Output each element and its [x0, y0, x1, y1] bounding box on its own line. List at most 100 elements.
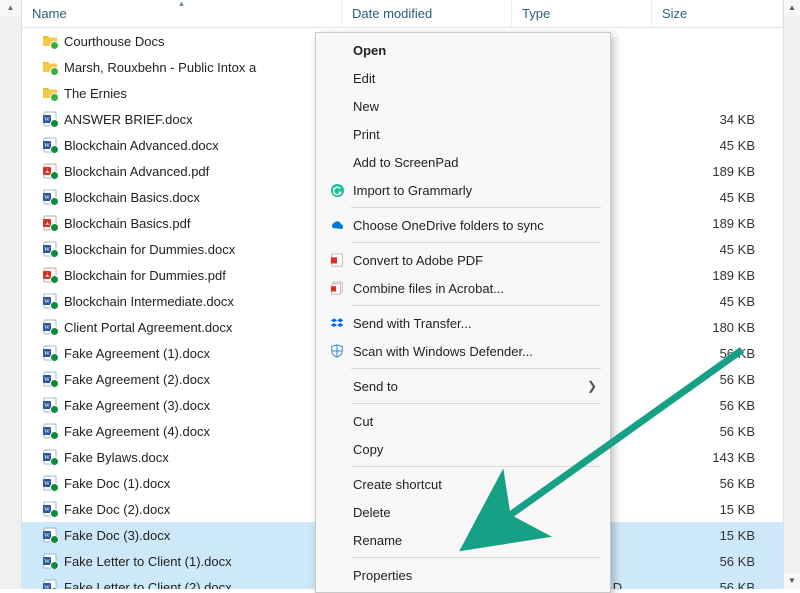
- context-menu-item-delete[interactable]: Delete: [317, 498, 609, 526]
- context-menu-item-label: Send with Transfer...: [353, 316, 597, 331]
- file-name-cell[interactable]: W Fake Letter to Client (1).docx: [22, 553, 342, 569]
- file-name-cell[interactable]: Blockchain Advanced.pdf: [22, 163, 342, 179]
- context-menu-item-open[interactable]: Open: [317, 36, 609, 64]
- context-menu-item-scan-with-windows-defender[interactable]: Scan with Windows Defender...: [317, 337, 609, 365]
- blank-icon: [325, 125, 349, 143]
- file-name-cell[interactable]: W Blockchain for Dummies.docx: [22, 241, 342, 257]
- file-name-cell[interactable]: W Fake Agreement (1).docx: [22, 345, 342, 361]
- column-header-size[interactable]: Size: [652, 0, 783, 27]
- sync-badge-icon: [50, 509, 59, 517]
- file-name-cell[interactable]: W Blockchain Intermediate.docx: [22, 293, 342, 309]
- file-name-label: Blockchain Intermediate.docx: [64, 294, 234, 309]
- column-header-label: Size: [662, 6, 687, 21]
- file-size-cell: 189 KB: [652, 164, 783, 179]
- pdf-multi-icon: [325, 279, 349, 297]
- scroll-up-icon[interactable]: ▲: [0, 0, 21, 16]
- docx-icon: W: [42, 241, 58, 257]
- file-name-cell[interactable]: W Fake Doc (1).docx: [22, 475, 342, 491]
- context-menu-separator: [351, 207, 601, 208]
- file-name-cell[interactable]: Blockchain Basics.pdf: [22, 215, 342, 231]
- pdf-icon: [42, 215, 58, 231]
- file-name-cell[interactable]: W Blockchain Basics.docx: [22, 189, 342, 205]
- sync-badge-icon: [50, 379, 59, 387]
- docx-icon: W: [42, 137, 58, 153]
- scroll-up-icon[interactable]: ▲: [784, 0, 800, 16]
- context-menu-item-label: Create shortcut: [353, 477, 597, 492]
- file-size-cell: 56 KB: [652, 398, 783, 413]
- file-name-label: Marsh, Rouxbehn - Public Intox a: [64, 60, 256, 75]
- blank-icon: [325, 440, 349, 458]
- file-name-label: Fake Doc (1).docx: [64, 476, 170, 491]
- context-menu-item-new[interactable]: New: [317, 92, 609, 120]
- context-menu-item-label: Choose OneDrive folders to sync: [353, 218, 597, 233]
- blank-icon: [325, 412, 349, 430]
- blank-icon: [325, 377, 349, 395]
- context-menu-item-rename[interactable]: Rename: [317, 526, 609, 554]
- file-name-cell[interactable]: W Fake Agreement (4).docx: [22, 423, 342, 439]
- file-name-cell[interactable]: W Fake Letter to Client (2).docx: [22, 579, 342, 589]
- vertical-scrollbar[interactable]: ▲ ▼: [783, 0, 800, 589]
- folder-icon: [42, 59, 58, 75]
- context-menu-item-create-shortcut[interactable]: Create shortcut: [317, 470, 609, 498]
- file-name-cell[interactable]: Marsh, Rouxbehn - Public Intox a: [22, 59, 342, 75]
- file-name-cell[interactable]: W Blockchain Advanced.docx: [22, 137, 342, 153]
- chevron-right-icon: ❯: [587, 379, 597, 393]
- file-name-cell[interactable]: Courthouse Docs: [22, 33, 342, 49]
- left-scrollbar-gutter[interactable]: ▲: [0, 0, 22, 589]
- sync-badge-icon: [50, 353, 59, 361]
- column-header-type[interactable]: Type: [512, 0, 652, 27]
- file-name-label: Fake Letter to Client (2).docx: [64, 580, 232, 590]
- context-menu-item-label: Send to: [353, 379, 587, 394]
- context-menu-item-label: Convert to Adobe PDF: [353, 253, 597, 268]
- sync-badge-icon: [50, 145, 59, 153]
- file-name-label: The Ernies: [64, 86, 127, 101]
- file-name-cell[interactable]: The Ernies: [22, 85, 342, 101]
- pdf-icon: [325, 251, 349, 269]
- sync-badge-icon: [50, 431, 59, 439]
- sync-badge-icon: [50, 249, 59, 257]
- file-name-cell[interactable]: W Fake Bylaws.docx: [22, 449, 342, 465]
- file-list-panel: ▲ Name Date modified Type Size Courthous…: [22, 0, 783, 589]
- context-menu-item-add-to-screenpad[interactable]: Add to ScreenPad: [317, 148, 609, 176]
- file-size-cell: 189 KB: [652, 216, 783, 231]
- docx-icon: W: [42, 293, 58, 309]
- sync-badge-icon: [50, 457, 59, 465]
- file-name-cell[interactable]: W Fake Doc (3).docx: [22, 527, 342, 543]
- file-size-cell: 56 KB: [652, 580, 783, 590]
- sync-badge-icon: [50, 327, 59, 335]
- context-menu-item-send-with-transfer[interactable]: Send with Transfer...: [317, 309, 609, 337]
- context-menu-separator: [351, 557, 601, 558]
- column-header-label: Name: [32, 6, 67, 21]
- context-menu-item-print[interactable]: Print: [317, 120, 609, 148]
- context-menu-item-copy[interactable]: Copy: [317, 435, 609, 463]
- file-name-cell[interactable]: W Fake Agreement (2).docx: [22, 371, 342, 387]
- context-menu-item-convert-to-adobe-pdf[interactable]: Convert to Adobe PDF: [317, 246, 609, 274]
- column-header-name[interactable]: ▲ Name: [22, 0, 342, 27]
- context-menu-item-import-to-grammarly[interactable]: Import to Grammarly: [317, 176, 609, 204]
- context-menu-separator: [351, 368, 601, 369]
- context-menu-item-cut[interactable]: Cut: [317, 407, 609, 435]
- column-header-date[interactable]: Date modified: [342, 0, 512, 27]
- file-name-cell[interactable]: W ANSWER BRIEF.docx: [22, 111, 342, 127]
- file-name-label: ANSWER BRIEF.docx: [64, 112, 193, 127]
- sync-badge-icon: [50, 405, 59, 413]
- context-menu-item-edit[interactable]: Edit: [317, 64, 609, 92]
- file-size-cell: 34 KB: [652, 112, 783, 127]
- folder-icon: [42, 85, 58, 101]
- file-name-cell[interactable]: W Client Portal Agreement.docx: [22, 319, 342, 335]
- sync-badge-icon: [50, 275, 59, 283]
- context-menu-item-send-to[interactable]: Send to❯: [317, 372, 609, 400]
- file-name-cell[interactable]: Blockchain for Dummies.pdf: [22, 267, 342, 283]
- file-name-label: Fake Doc (2).docx: [64, 502, 170, 517]
- docx-icon: W: [42, 553, 58, 569]
- defender-icon: [325, 342, 349, 360]
- file-name-cell[interactable]: W Fake Doc (2).docx: [22, 501, 342, 517]
- file-name-cell[interactable]: W Fake Agreement (3).docx: [22, 397, 342, 413]
- context-menu-item-combine-files-in-acrobat[interactable]: Combine files in Acrobat...: [317, 274, 609, 302]
- context-menu-item-choose-onedrive-folders-to-sync[interactable]: Choose OneDrive folders to sync: [317, 211, 609, 239]
- file-size-cell: 56 KB: [652, 424, 783, 439]
- context-menu-item-properties[interactable]: Properties: [317, 561, 609, 589]
- file-name-label: Fake Agreement (3).docx: [64, 398, 210, 413]
- scroll-down-icon[interactable]: ▼: [784, 573, 800, 589]
- svg-text:W: W: [44, 585, 50, 589]
